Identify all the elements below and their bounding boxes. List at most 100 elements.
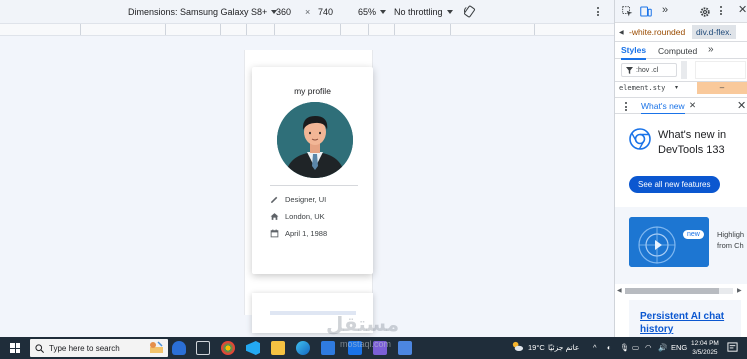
breadcrumb-item[interactable]: -white.rounded — [629, 27, 685, 37]
edge-icon[interactable] — [296, 341, 310, 355]
windows-start-icon[interactable] — [10, 343, 20, 353]
times-sign: × — [305, 0, 310, 23]
gear-icon[interactable] — [699, 6, 711, 20]
filter-icon — [626, 66, 633, 74]
ai-feature-card[interactable]: Persistent AI chat history — [629, 300, 741, 337]
filter-input[interactable]: :hov .cl — [621, 63, 677, 77]
throttling-selector[interactable]: No throttling — [394, 0, 453, 23]
chrome-icon[interactable] — [221, 341, 235, 355]
search-placeholder: Type here to search — [49, 343, 120, 353]
close-icon[interactable]: ✕ — [738, 3, 747, 16]
element-style-row: element.sty ▾ – — [615, 82, 747, 94]
device-toggle-icon[interactable] — [640, 6, 652, 19]
tab-styles[interactable]: Styles — [621, 45, 647, 60]
calendar-icon — [270, 229, 279, 238]
throttling-value: No throttling — [394, 6, 443, 17]
profile-title: my profile — [294, 86, 331, 96]
filter-text: :hov .cl — [636, 66, 659, 74]
language-indicator[interactable]: ENG — [671, 343, 687, 352]
feature-card[interactable]: new Highligh from Ch — [615, 207, 747, 284]
whats-new-title: What's new in DevTools 133 — [658, 129, 727, 156]
device-dimensions-label: Dimensions: Samsung Galaxy S8+ — [128, 6, 268, 17]
rotate-icon[interactable] — [463, 0, 476, 23]
styles-tabs: Styles Computed » — [615, 42, 747, 60]
width-value: 360 — [276, 6, 292, 17]
more-tabs-icon[interactable]: » — [708, 44, 714, 55]
divider — [270, 185, 358, 186]
drawer-menu-icon[interactable] — [625, 102, 627, 111]
drawer-tabs: What's new ✕ ✕ — [615, 97, 747, 115]
app-icon[interactable] — [398, 341, 412, 355]
styles-filter-row: :hov .cl — [615, 59, 747, 82]
scrollbar-thumb[interactable] — [625, 288, 719, 294]
weather-temperature[interactable]: 19°C — [528, 343, 545, 352]
scroll-left-icon[interactable]: ◀ — [619, 29, 624, 36]
media-query-ruler — [0, 23, 614, 36]
scrollbar[interactable] — [681, 61, 687, 79]
whats-new-header: What's new in DevTools 133 — [629, 128, 736, 158]
devtools-toolbar: » ✕ — [615, 0, 747, 23]
feature-text-line: from Ch — [717, 241, 744, 250]
inspect-icon[interactable] — [622, 6, 633, 19]
scroll-right-icon[interactable]: ▶ — [737, 287, 742, 294]
close-drawer-icon[interactable]: ✕ — [737, 99, 746, 112]
app-icon[interactable] — [172, 341, 186, 355]
times-text: × — [305, 6, 311, 17]
horizontal-scrollbar[interactable]: ◀ ▶ — [615, 286, 747, 295]
clock[interactable]: 12:04 PM 3/5/2025 — [691, 339, 719, 357]
breadcrumb: ◀ -white.rounded div.d-flex. — [615, 23, 747, 42]
tab-computed[interactable]: Computed — [658, 46, 697, 56]
chevron-down-icon — [446, 9, 453, 14]
battery-icon[interactable]: ▭ — [632, 343, 639, 352]
notification-icon[interactable] — [727, 342, 738, 355]
tray-app-icon[interactable]: ◐ — [607, 343, 612, 352]
zoom-value: 65% — [358, 6, 377, 17]
device-selector[interactable]: Dimensions: Samsung Galaxy S8+ — [128, 0, 278, 23]
wifi-icon[interactable]: ◠ — [645, 343, 652, 352]
store-icon[interactable] — [321, 341, 335, 355]
info-text: London, UK — [285, 212, 325, 221]
vscode-icon[interactable] — [246, 341, 260, 355]
style-preview — [695, 61, 746, 79]
phone-screen: my profile Designer, UI London, UK April… — [244, 50, 373, 333]
feature-text: Highligh from Ch — [717, 229, 747, 251]
weather-icon[interactable] — [511, 340, 524, 355]
whats-new-panel: What's new in DevTools 133 See all new f… — [615, 114, 747, 337]
taskbar-search-input[interactable]: Type here to search — [30, 339, 168, 357]
microphone-icon[interactable]: 🎙 — [620, 343, 630, 352]
close-tab-icon[interactable]: ✕ — [689, 100, 696, 111]
info-row-job: Designer, UI — [270, 195, 326, 204]
clock-time: 12:04 PM — [691, 340, 719, 347]
chevron-down-icon[interactable]: ▾ — [675, 84, 678, 91]
ai-chat-history-link[interactable]: Persistent AI chat history — [640, 310, 741, 336]
search-highlight-icon — [148, 340, 166, 357]
chevron-up-icon[interactable]: ^ — [593, 343, 597, 352]
zoom-selector[interactable]: 65% — [358, 0, 387, 23]
see-all-features-button[interactable]: See all new features — [629, 176, 720, 193]
more-tabs-icon[interactable]: » — [662, 4, 668, 16]
scroll-left-icon[interactable]: ◀ — [617, 287, 622, 294]
search-icon — [35, 343, 44, 353]
width-input[interactable]: 360 — [276, 0, 291, 23]
devtools-panel: » ✕ ◀ -white.rounded div.d-flex. Styles … — [614, 0, 747, 337]
avatar — [277, 102, 353, 178]
weather-description[interactable]: عاتم جزئيًا — [548, 343, 579, 352]
volume-icon[interactable]: 🔊 — [658, 343, 667, 352]
device-toolbar: Dimensions: Samsung Galaxy S8+ 360 × 740… — [0, 0, 614, 23]
watermark-url: mostaql.com — [340, 339, 392, 349]
devtools-menu-icon[interactable] — [720, 6, 722, 15]
breadcrumb-item-active[interactable]: div.d-flex. — [692, 25, 736, 39]
task-view-icon[interactable] — [196, 341, 210, 355]
more-options-icon[interactable] — [597, 0, 599, 23]
feature-thumbnail — [629, 217, 709, 267]
chevron-down-icon — [380, 9, 387, 14]
chrome-devtools-icon — [629, 128, 651, 150]
file-explorer-icon[interactable] — [271, 341, 285, 355]
device-viewport: my profile Designer, UI London, UK April… — [0, 36, 614, 337]
tab-whats-new[interactable]: What's new — [641, 101, 685, 115]
pencil-icon — [271, 196, 278, 203]
height-input[interactable]: 740 — [318, 0, 333, 23]
info-row-location: London, UK — [270, 212, 325, 221]
box-model-margin: – — [697, 82, 747, 94]
new-badge: new — [683, 230, 704, 239]
